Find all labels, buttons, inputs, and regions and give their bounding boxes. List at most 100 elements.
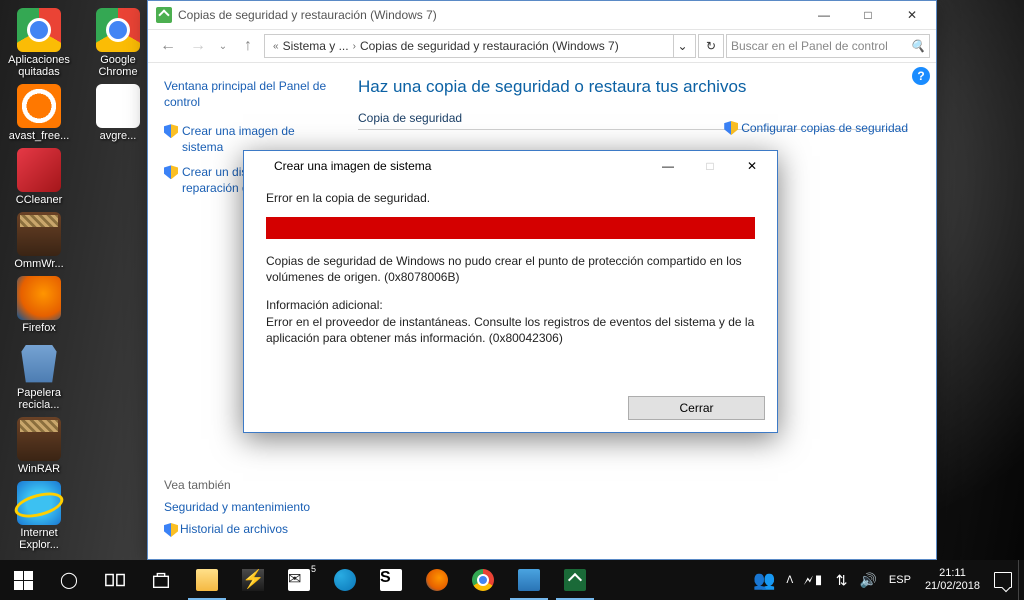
nav-recent-button[interactable]: ⌄: [214, 32, 232, 60]
error-info-label: Información adicional:: [266, 297, 755, 313]
dialog-titlebar[interactable]: Crear una imagen de sistema — □ ✕: [244, 151, 777, 181]
see-also-history[interactable]: Historial de archivos: [164, 522, 310, 537]
desktop-icon-ommwr-[interactable]: OmmWr...: [2, 210, 76, 272]
bin-icon: [17, 341, 61, 385]
desktop-icon-label: OmmWr...: [4, 258, 74, 270]
desktop-icon-label: avast_free...: [4, 130, 74, 142]
file-icon: [96, 84, 140, 128]
breadcrumb[interactable]: « Sistema y ... › Copias de seguridad y …: [264, 34, 696, 58]
mail-badge: 5: [311, 564, 316, 574]
breadcrumb-part2[interactable]: Copias de seguridad y restauración (Wind…: [360, 39, 619, 53]
error-headline: Error en la copia de seguridad.: [266, 191, 755, 205]
nav-forward-button[interactable]: →: [184, 32, 212, 60]
chevron-left-icon: «: [273, 41, 279, 52]
dialog-close-button[interactable]: ✕: [731, 152, 773, 180]
taskbar-s-app[interactable]: S: [368, 560, 414, 600]
backup-icon: [252, 158, 268, 174]
desktop-icon-internet-explor-[interactable]: Internet Explor...: [2, 479, 76, 553]
cp-title: Copias de seguridad y restauración (Wind…: [178, 8, 437, 22]
desktop-icon-avgre-[interactable]: avgre...: [81, 82, 155, 144]
desktop-icon-google-chrome[interactable]: Google Chrome: [81, 6, 155, 80]
desktop-icon-label: Firefox: [4, 322, 74, 334]
dialog-minimize-button[interactable]: —: [647, 152, 689, 180]
breadcrumb-dropdown[interactable]: ⌄: [673, 35, 691, 57]
shield-icon: [164, 523, 178, 537]
show-desktop-button[interactable]: [1018, 560, 1024, 600]
tray-volume-icon[interactable]: 🔊: [853, 560, 882, 600]
firefox-icon: [17, 276, 61, 320]
taskbar-firefox[interactable]: [414, 560, 460, 600]
desktop-icon-label: WinRAR: [4, 463, 74, 475]
search-input[interactable]: Buscar en el Panel de control 🔍: [726, 34, 930, 58]
desktop-icon-label: avgre...: [83, 130, 153, 142]
page-heading: Haz una copia de seguridad o restaura tu…: [358, 77, 908, 97]
dialog-title: Crear una imagen de sistema: [274, 159, 431, 173]
see-also: Vea también Seguridad y mantenimiento Hi…: [164, 478, 310, 545]
tray-people-icon[interactable]: 👥: [747, 560, 781, 600]
desktop-icon-label: Papelera recicla...: [4, 387, 74, 411]
task-view-button[interactable]: [92, 560, 138, 600]
shield-icon: [724, 121, 738, 135]
dialog-close-action-button[interactable]: Cerrar: [628, 396, 765, 420]
desktop-icon-aplicaciones-quitadas[interactable]: Aplicaciones quitadas: [2, 6, 76, 80]
chevron-right-icon: ›: [353, 41, 356, 52]
chrome-icon: [17, 8, 61, 52]
tray-notifications-button[interactable]: [988, 560, 1018, 600]
start-button[interactable]: [0, 560, 46, 600]
taskbar-edge[interactable]: [322, 560, 368, 600]
winrar-icon: [17, 212, 61, 256]
desktop-icon-papelera-recicla-[interactable]: Papelera recicla...: [2, 339, 76, 413]
tray-overflow-button[interactable]: ᐱ: [782, 560, 798, 600]
clock-date: 21/02/2018: [925, 580, 980, 593]
desktop-icon-ccleaner[interactable]: CCleaner: [2, 146, 76, 208]
taskbar-backup[interactable]: [552, 560, 598, 600]
see-also-title: Vea también: [164, 478, 310, 492]
tray-clock[interactable]: 21:11 21/02/2018: [917, 560, 988, 600]
shield-icon: [164, 165, 178, 179]
nav-up-button[interactable]: ↑: [234, 32, 262, 60]
taskbar-mail[interactable]: ✉5: [276, 560, 322, 600]
tray-wifi-icon[interactable]: ⇅: [830, 560, 854, 600]
cortana-button[interactable]: ◯: [46, 560, 92, 600]
store-button[interactable]: [138, 560, 184, 600]
taskbar-winamp[interactable]: ⚡: [230, 560, 276, 600]
desktop-icon-avast-free-[interactable]: avast_free...: [2, 82, 76, 144]
desktop-icon-firefox[interactable]: Firefox: [2, 274, 76, 336]
ccleaner-icon: [17, 148, 61, 192]
avast-icon: [17, 84, 61, 128]
sidebar-title[interactable]: Ventana principal del Panel de control: [164, 79, 336, 110]
error-message-1: Copias de seguridad de Windows no pudo c…: [266, 253, 755, 285]
clock-time: 21:11: [939, 567, 966, 580]
dialog-maximize-button[interactable]: □: [689, 152, 731, 180]
navbar: ← → ⌄ ↑ « Sistema y ... › Copias de segu…: [148, 29, 936, 63]
breadcrumb-part1[interactable]: Sistema y ...: [283, 39, 349, 53]
see-also-security[interactable]: Seguridad y mantenimiento: [164, 500, 310, 514]
tray-battery-icon[interactable]: 🗲▮: [798, 560, 830, 600]
nav-back-button[interactable]: ←: [154, 32, 182, 60]
desktop-icon-label: Aplicaciones quitadas: [4, 54, 74, 78]
taskbar-explorer[interactable]: [184, 560, 230, 600]
winrar-icon: [17, 417, 61, 461]
error-message-2: Error en el proveedor de instantáneas. C…: [266, 314, 755, 346]
tray-language[interactable]: ESP: [883, 560, 917, 600]
ie-icon: [17, 481, 61, 525]
cp-titlebar[interactable]: Copias de seguridad y restauración (Wind…: [148, 1, 936, 29]
desktop-icon-label: Internet Explor...: [4, 527, 74, 551]
search-icon: 🔍: [910, 39, 925, 53]
backup-icon: [156, 7, 172, 23]
shield-icon: [164, 124, 178, 138]
taskbar: ◯ ⚡ ✉5 S 👥 ᐱ 🗲▮ ⇅ 🔊 ESP 21:11 21/02/2018: [0, 560, 1024, 600]
minimize-button[interactable]: —: [802, 1, 846, 29]
configure-backup-link[interactable]: Configurar copias de seguridad: [724, 121, 908, 135]
refresh-button[interactable]: ↻: [698, 34, 724, 58]
desktop-icon-label: Google Chrome: [83, 54, 153, 78]
chrome-icon: [96, 8, 140, 52]
maximize-button[interactable]: □: [846, 1, 890, 29]
taskbar-screen[interactable]: [506, 560, 552, 600]
error-progress-bar: [266, 217, 755, 239]
error-dialog: Crear una imagen de sistema — □ ✕ Error …: [243, 150, 778, 433]
desktop-icon-winrar[interactable]: WinRAR: [2, 415, 76, 477]
close-button[interactable]: ✕: [890, 1, 934, 29]
search-placeholder: Buscar en el Panel de control: [731, 39, 910, 53]
taskbar-chrome[interactable]: [460, 560, 506, 600]
